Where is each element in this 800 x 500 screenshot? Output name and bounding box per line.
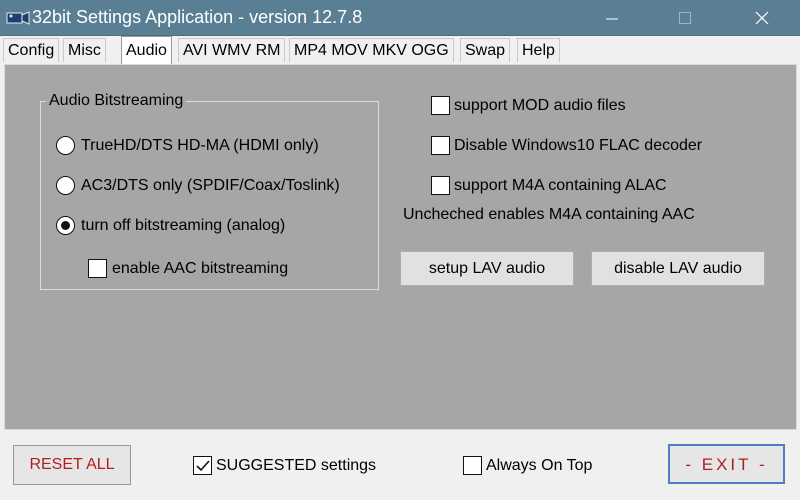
tab-audio[interactable]: Audio xyxy=(121,36,172,64)
minimize-icon xyxy=(606,18,618,20)
checkbox-label: SUGGESTED settings xyxy=(216,457,377,474)
radio-button-selected[interactable] xyxy=(56,216,75,235)
checkbox-box-checked[interactable] xyxy=(193,456,212,475)
tab-mp4-mov-mkv-ogg[interactable]: MP4 MOV MKV OGG xyxy=(289,38,454,62)
close-icon xyxy=(755,11,769,25)
checkbox-box[interactable] xyxy=(431,136,450,155)
group-title: Audio Bitstreaming xyxy=(46,92,187,110)
maximize-button[interactable] xyxy=(661,0,709,36)
close-button[interactable] xyxy=(738,0,786,36)
setup-lav-audio-button[interactable]: setup LAV audio xyxy=(400,251,574,286)
checkbox-label: Always On Top xyxy=(486,457,593,474)
checkbox-label: enable AAC bitstreaming xyxy=(112,260,289,277)
radio-label: AC3/DTS only (SPDIF/Coax/Toslink) xyxy=(81,177,340,194)
radio-label: turn off bitstreaming (analog) xyxy=(81,217,286,234)
title-bar[interactable]: 32bit Settings Application - version 12.… xyxy=(0,0,800,36)
exit-button[interactable]: - EXIT - xyxy=(668,444,785,484)
tab-swap[interactable]: Swap xyxy=(460,38,511,62)
checkbox-box[interactable] xyxy=(88,259,107,278)
checkbox-label: Disable Windows10 FLAC decoder xyxy=(454,137,703,154)
checkbox-box[interactable] xyxy=(463,456,482,475)
tab-help[interactable]: Help xyxy=(517,38,560,62)
minimize-button[interactable] xyxy=(588,0,636,36)
tab-strip: Config Misc Audio AVI WMV RM MP4 MOV MKV… xyxy=(0,36,800,64)
checkbox-label: support MOD audio files xyxy=(454,97,626,114)
checkbox-box[interactable] xyxy=(431,96,450,115)
radio-button[interactable] xyxy=(56,136,75,155)
disable-lav-audio-button[interactable]: disable LAV audio xyxy=(591,251,765,286)
tab-avi-wmv-rm[interactable]: AVI WMV RM xyxy=(178,38,286,62)
radio-button[interactable] xyxy=(56,176,75,195)
reset-all-button[interactable]: RESET ALL xyxy=(13,445,131,485)
maximize-icon xyxy=(679,12,691,24)
tab-misc[interactable]: Misc xyxy=(63,38,106,62)
tab-config[interactable]: Config xyxy=(3,38,60,62)
checkbox-box[interactable] xyxy=(431,176,450,195)
checkbox-label: support M4A containing ALAC xyxy=(454,177,667,194)
checkmark-icon xyxy=(196,460,210,472)
app-icon xyxy=(6,10,30,26)
radio-label: TrueHD/DTS HD-MA (HDMI only) xyxy=(81,137,319,154)
m4a-note: Uncheched enables M4A containing AAC xyxy=(403,206,695,223)
window-title: 32bit Settings Application - version 12.… xyxy=(32,7,363,27)
